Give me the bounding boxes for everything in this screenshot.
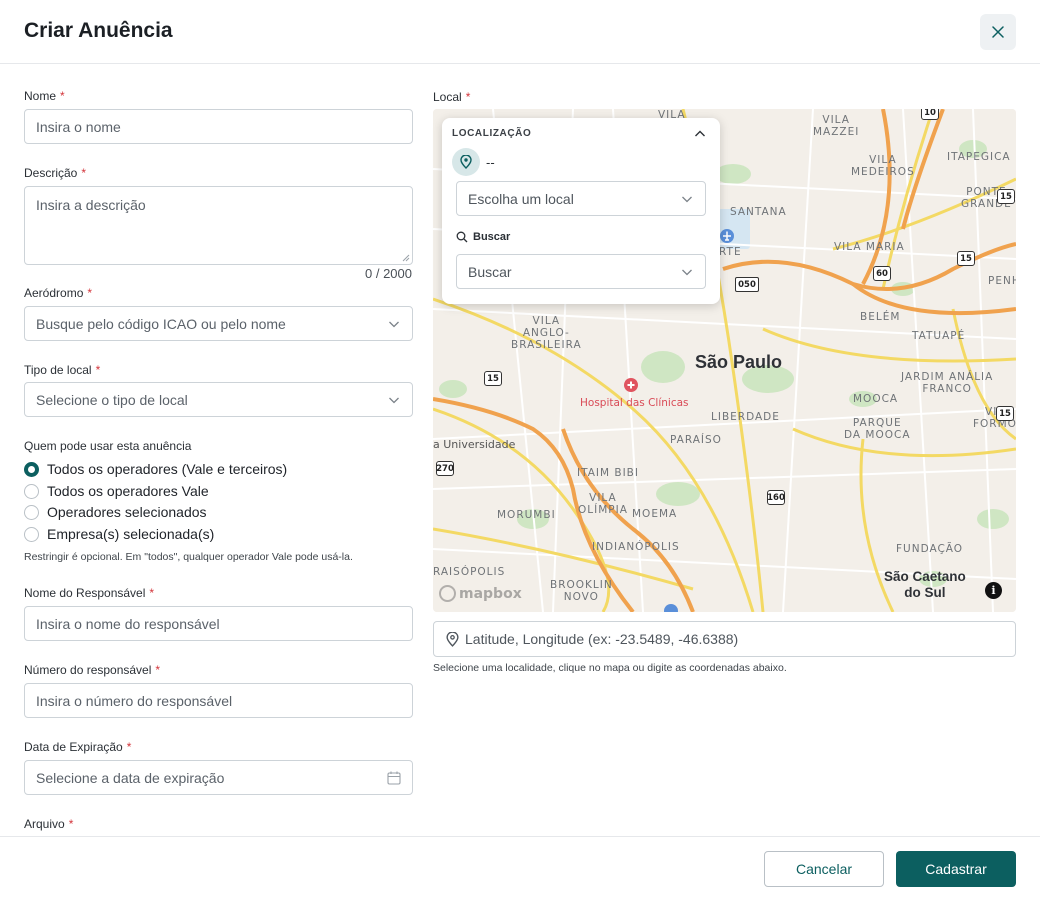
map-pin-icon: [446, 631, 459, 647]
highway-shield: 60: [873, 266, 891, 281]
location-pin-badge: [452, 148, 480, 176]
chevron-down-icon: [389, 397, 399, 404]
aerodromo-select[interactable]: Busque pelo código ICAO ou pelo nome: [24, 306, 413, 341]
map-label-hospital: Hospital das Clínicas: [580, 397, 689, 409]
map-label-itaim: ITAIM BIBI: [577, 467, 639, 479]
search-select[interactable]: Buscar: [456, 254, 706, 289]
radio-indicator: [24, 483, 39, 499]
selected-coords: --: [486, 155, 495, 170]
data-expiracao-input[interactable]: Selecione a data de expiração: [24, 760, 413, 795]
aerodromo-label: Aeródromo *: [24, 286, 93, 300]
coordinates-input[interactable]: Latitude, Longitude (ex: -23.5489, -46.6…: [433, 621, 1016, 657]
airport-icon: [664, 604, 678, 612]
descricao-counter: 0 / 2000: [365, 266, 412, 281]
map-label-moema: MOEMA: [632, 508, 678, 520]
nome-responsavel-input[interactable]: Insira o nome do responsável: [24, 606, 413, 641]
submit-button[interactable]: Cadastrar: [896, 851, 1016, 887]
highway-shield: 15: [997, 189, 1015, 204]
map-label-raisopolis: RAISÓPOLIS: [433, 566, 506, 578]
map-label-jardim-analia: JARDIM ANÁLIA FRANCO: [901, 371, 994, 395]
map-label-paraiso: PARAÍSO: [670, 434, 722, 446]
map-label-sao-caetano: São Caetano do Sul: [884, 569, 966, 600]
map-label-liberdade: LIBERDADE: [711, 411, 780, 423]
search-icon: [456, 231, 468, 243]
chevron-down-icon: [389, 321, 399, 328]
close-icon: [992, 26, 1004, 38]
chevron-down-icon: [682, 269, 692, 276]
radio-operadores-vale[interactable]: Todos os operadores Vale: [24, 483, 209, 499]
map-label-vila-maria: VILA MARIA: [834, 241, 905, 253]
location-panel: LOCALIZAÇÃO -- Escolha um local Buscar B…: [442, 118, 720, 304]
map-label-parque-mooca: PARQUE DA MOOCA: [844, 417, 911, 441]
modal-footer: [0, 836, 1040, 900]
modal-header: Criar Anuência: [0, 0, 1040, 64]
radio-operadores-selecionados[interactable]: Operadores selecionados: [24, 504, 207, 520]
airport-icon: [720, 229, 734, 243]
map-label-belem: BELÉM: [860, 311, 901, 323]
numero-responsavel-label: Número do responsável *: [24, 663, 161, 677]
map-label-rte: RTE: [719, 246, 742, 258]
radio-empresas-selecionadas[interactable]: Empresa(s) selecionada(s): [24, 526, 214, 542]
map-label-sao-paulo: São Paulo: [695, 352, 783, 372]
modal-title: Criar Anuência: [24, 19, 173, 42]
map-label-tatuape: TATUAPÉ: [912, 330, 966, 342]
descricao-textarea[interactable]: Insira a descrição: [24, 186, 413, 265]
map-label-mooca: MOOCA: [853, 393, 899, 405]
highway-shield: 270: [436, 461, 454, 476]
map-label-vila-olimpia: VILA OLÍMPIA: [578, 492, 628, 516]
arquivo-label: Arquivo *: [24, 817, 74, 831]
location-panel-title: LOCALIZAÇÃO: [452, 128, 532, 139]
mapbox-attribution[interactable]: mapbox: [439, 585, 522, 602]
radio-indicator: [24, 526, 39, 542]
radio-todos-operadores[interactable]: Todos os operadores (Vale e terceiros): [24, 461, 287, 477]
location-select[interactable]: Escolha um local: [456, 181, 706, 216]
highway-shield: 160: [767, 490, 785, 505]
data-expiracao-label: Data de Expiração *: [24, 740, 132, 754]
search-label: Buscar: [456, 231, 510, 243]
highway-shield: 050: [735, 277, 759, 292]
map-label-vila-medeiros: VILA MEDEIROS: [851, 154, 915, 178]
map-label-itapegica: ITAPEGICA: [947, 151, 1011, 163]
nome-label: Nome *: [24, 89, 65, 103]
map-info-button[interactable]: i: [985, 582, 1002, 599]
map-label-vila-mazzei: VILA MAZZEI: [813, 114, 860, 138]
highway-shield: 15: [957, 251, 975, 266]
nome-input[interactable]: Insira o nome: [24, 109, 413, 144]
form-column: Nome * Insira o nome Descrição * Insira a …: [24, 64, 413, 836]
radio-indicator: [24, 504, 39, 520]
highway-shield: 10: [921, 109, 939, 120]
mapbox-logo-icon: [439, 585, 456, 602]
local-label: Local *: [433, 90, 471, 104]
highway-shield: 15: [484, 371, 502, 386]
map-hint: Selecione uma localidade, clique no mapa…: [433, 662, 787, 674]
quem-pode-hint: Restringir é opcional. Em "todos", qualq…: [24, 551, 353, 563]
calendar-icon: [387, 771, 401, 785]
resize-grip-icon[interactable]: [402, 254, 410, 262]
chevron-down-icon: [682, 196, 692, 203]
radio-indicator: [24, 461, 39, 477]
map-label-morumbi: MORUMBI: [497, 509, 556, 521]
numero-responsavel-input[interactable]: Insira o número do responsável: [24, 683, 413, 718]
quem-pode-label: Quem pode usar esta anuência: [24, 439, 192, 453]
map-label-fundacao: FUNDAÇÃO: [896, 543, 964, 555]
descricao-label: Descrição *: [24, 166, 87, 180]
close-button[interactable]: [980, 14, 1016, 50]
tipo-local-label: Tipo de local *: [24, 363, 101, 377]
highway-shield: 15: [996, 406, 1014, 421]
map-label-penh: PENH: [988, 275, 1016, 287]
map-label-vila-anglo: VILA ANGLO- BRASILEIRA: [511, 315, 582, 351]
nome-responsavel-label: Nome do Responsável *: [24, 586, 155, 600]
map-label-brooklin: BROOKLIN NOVO: [550, 579, 613, 603]
map-label-indianopolis: INDIANÓPOLIS: [592, 541, 680, 553]
tipo-local-select[interactable]: Selecione o tipo de local: [24, 382, 413, 417]
chevron-up-icon[interactable]: [694, 128, 706, 140]
map-label-santana: SANTANA: [730, 206, 787, 218]
cancel-button[interactable]: Cancelar: [764, 851, 884, 887]
map-pin-icon: [460, 155, 472, 169]
map-label-universidade: a Universidade: [433, 438, 516, 451]
hospital-icon: [624, 378, 638, 392]
